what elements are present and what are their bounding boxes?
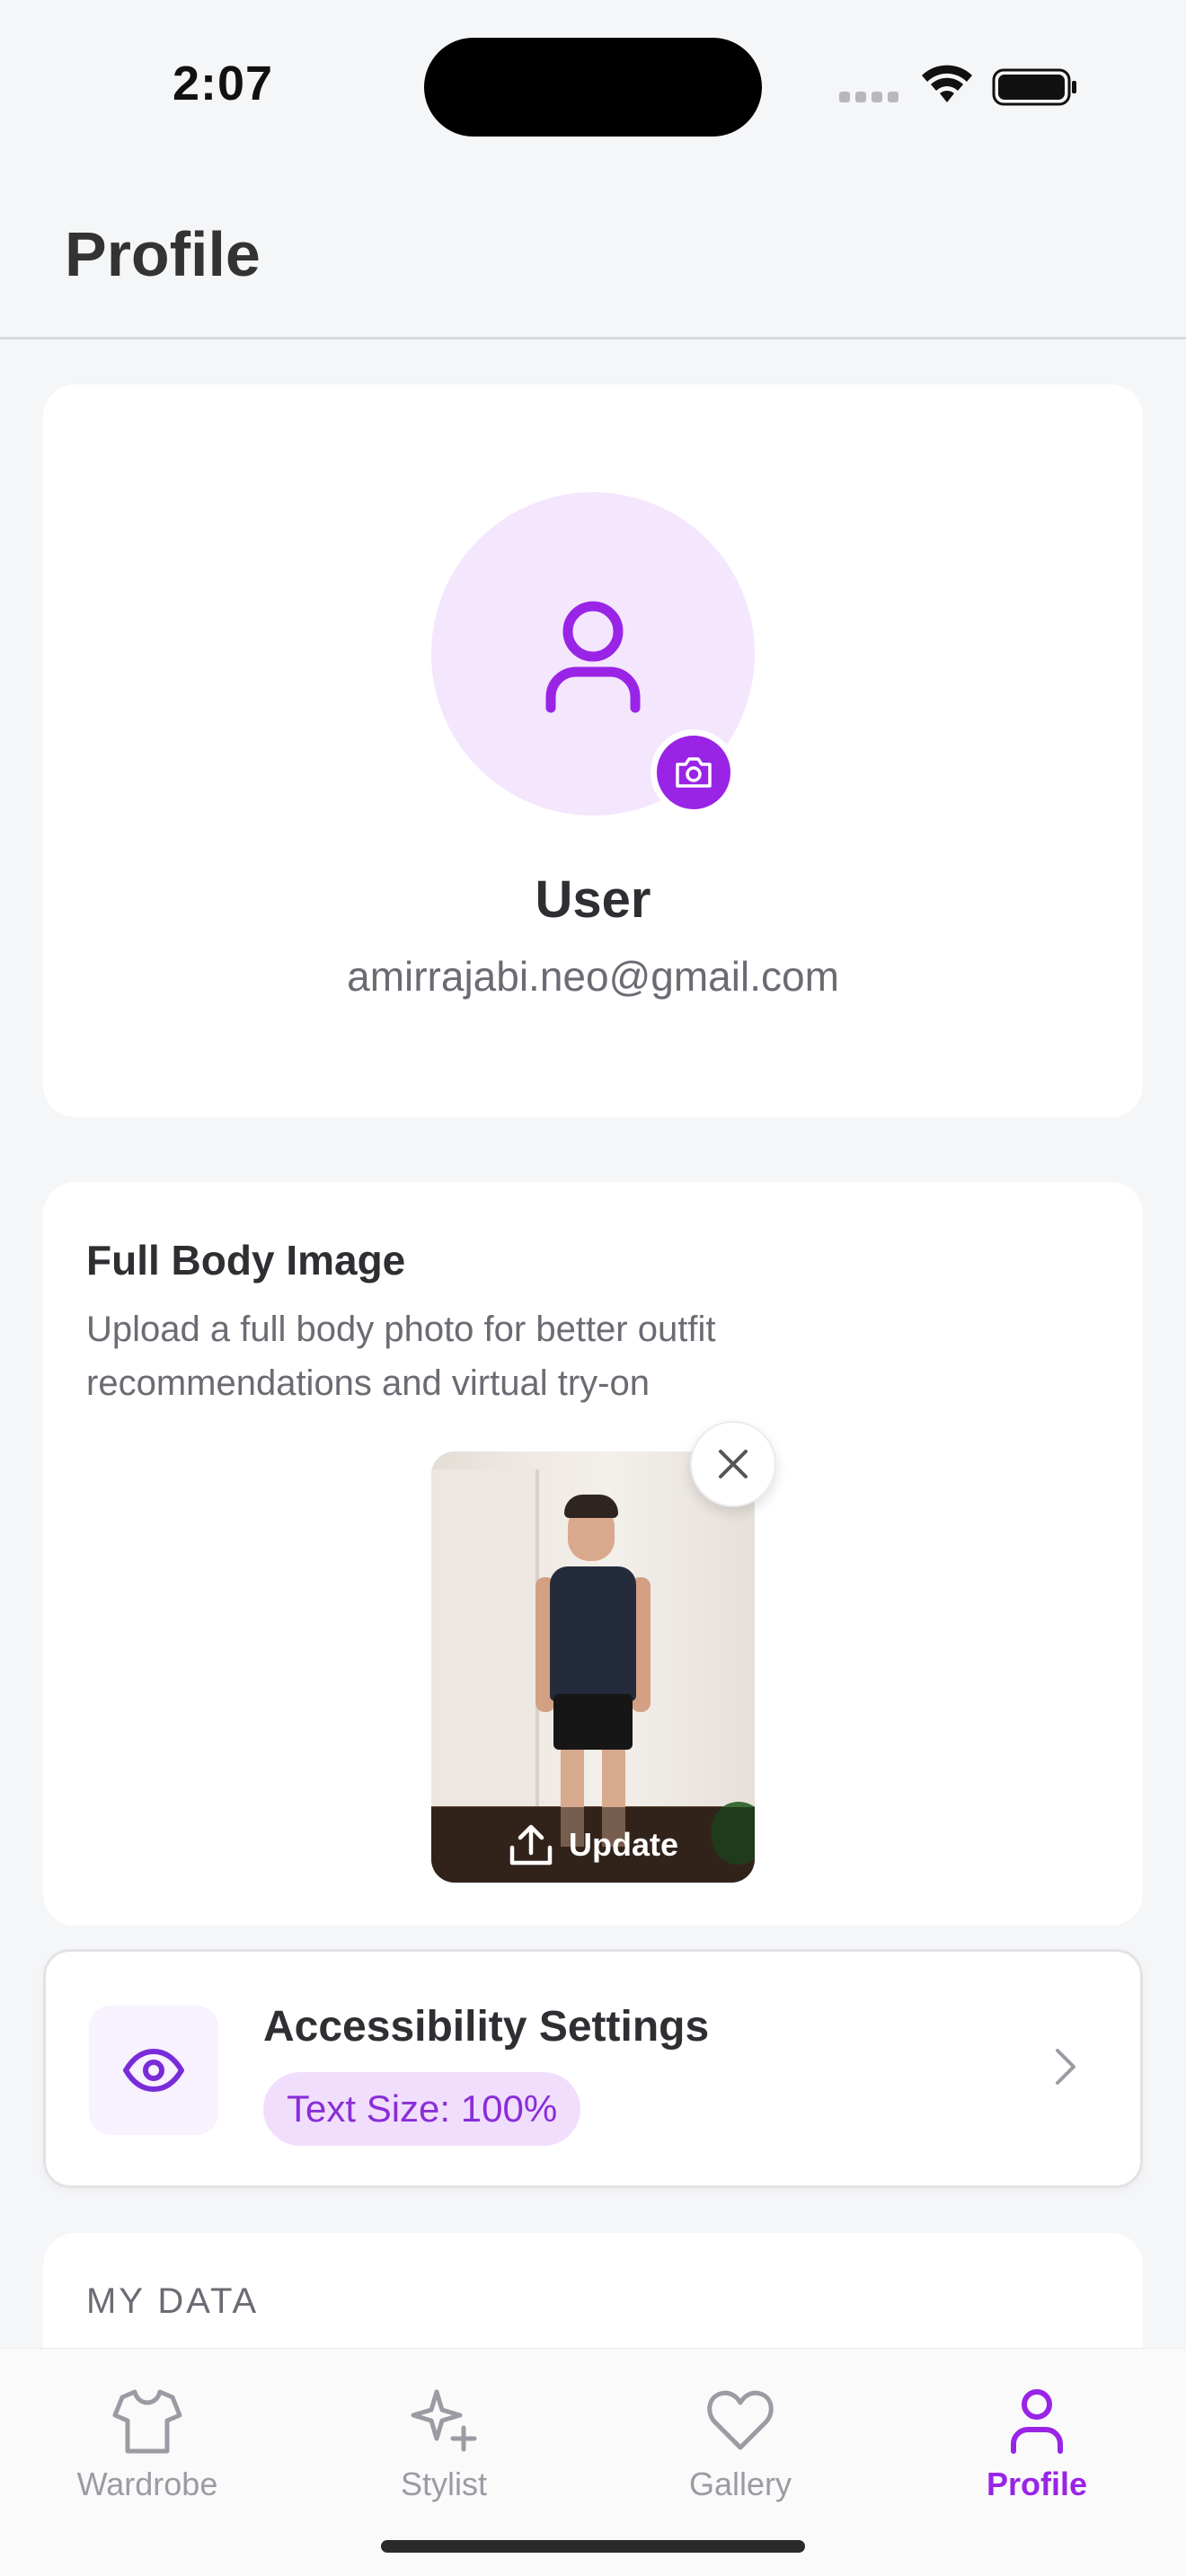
user-icon (1011, 2389, 1063, 2454)
tab-wardrobe[interactable]: Wardrobe (49, 2385, 246, 2519)
update-label: Update (568, 1826, 678, 1863)
tab-profile[interactable]: Profile (938, 2385, 1136, 2519)
change-photo-button[interactable] (651, 729, 737, 816)
page-header: Profile (0, 166, 1186, 340)
full-body-photo[interactable]: Update (431, 1451, 755, 1883)
dynamic-island (424, 38, 762, 137)
page-title: Profile (65, 219, 261, 289)
section-title: Full Body Image (86, 1237, 406, 1284)
shirt-icon (112, 2389, 182, 2454)
accessibility-icon-box (89, 2006, 218, 2135)
accessibility-settings-button[interactable]: Accessibility Settings Text Size: 100% (43, 1949, 1143, 2188)
cellular-signal-icon (839, 92, 902, 102)
home-indicator (381, 2540, 805, 2553)
eye-icon (123, 2049, 184, 2092)
user-email: amirrajabi.neo@gmail.com (347, 953, 839, 1000)
heart-icon (707, 2390, 774, 2450)
sparkles-icon (411, 2389, 477, 2452)
user-name: User (535, 870, 651, 929)
section-description: Upload a full body photo for better outf… (86, 1310, 716, 1403)
tab-label: Profile (986, 2466, 1088, 2502)
tab-gallery[interactable]: Gallery (642, 2385, 839, 2519)
accessibility-title: Accessibility Settings (263, 2003, 710, 2051)
tab-label: Gallery (688, 2466, 792, 2502)
status-bar: 2:07 (0, 0, 1186, 166)
remove-photo-button[interactable] (690, 1421, 776, 1507)
tab-label: Wardrobe (76, 2466, 218, 2502)
tab-stylist[interactable]: Stylist (345, 2385, 543, 2519)
user-icon (545, 601, 641, 713)
battery-icon (992, 68, 1076, 106)
status-time: 2:07 (173, 57, 274, 110)
full-body-image-card: Full Body Image Upload a full body photo… (43, 1182, 1143, 1926)
text-size-badge: Text Size: 100% (263, 2072, 581, 2146)
camera-icon (676, 757, 712, 788)
my-data-title: MY DATA (86, 2281, 260, 2321)
update-photo-button[interactable]: Update (431, 1807, 755, 1883)
tab-label: Stylist (400, 2466, 487, 2502)
profile-card: User amirrajabi.neo@gmail.com (43, 384, 1143, 1117)
chevron-right-icon (1056, 2049, 1075, 2085)
upload-icon (509, 1824, 553, 1866)
wifi-icon (922, 65, 972, 102)
close-icon (719, 1450, 748, 1478)
